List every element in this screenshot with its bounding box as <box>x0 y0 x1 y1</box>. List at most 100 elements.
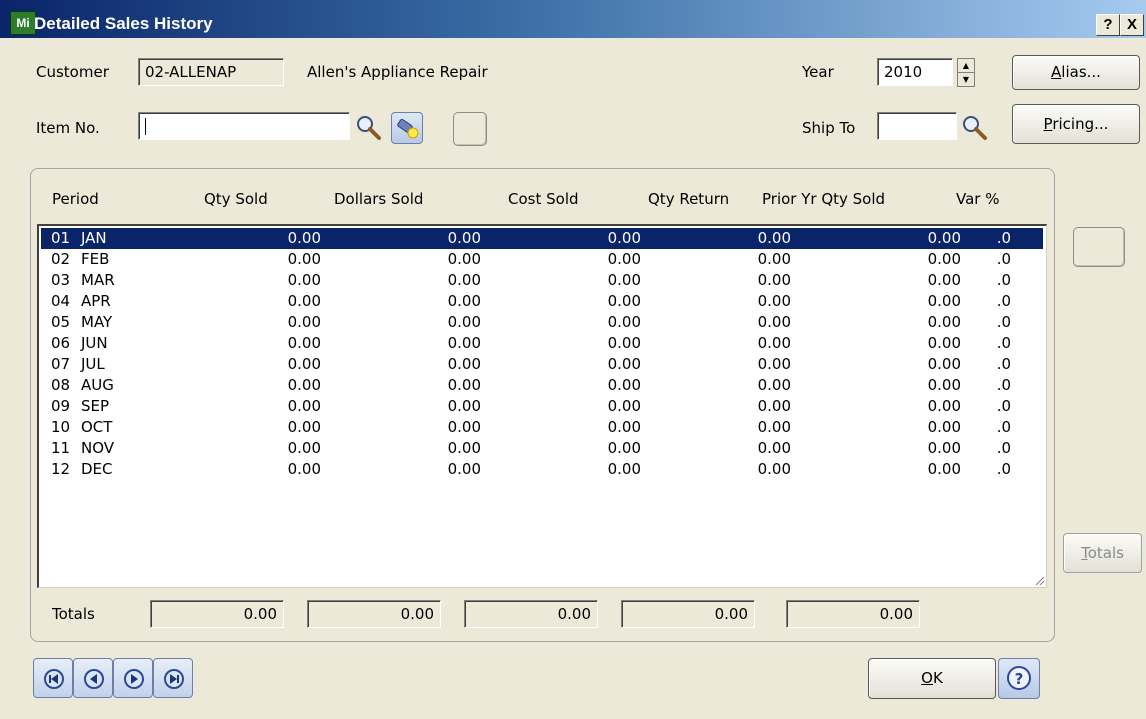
qty-return-cell: 0.00 <box>757 292 791 310</box>
period-month-cell: APR <box>81 292 111 310</box>
column-header-var-pct: Var % <box>956 190 1000 208</box>
qty-sold-cell: 0.00 <box>287 355 321 373</box>
dollars-sold-cell: 0.00 <box>447 292 481 310</box>
close-button[interactable]: X <box>1120 14 1144 36</box>
first-record-button[interactable] <box>33 658 73 698</box>
first-record-icon <box>44 669 64 689</box>
period-number-cell: 08 <box>51 376 71 394</box>
qty-return-cell: 0.00 <box>757 439 791 457</box>
dollars-sold-cell: 0.00 <box>447 376 481 394</box>
ok-button[interactable]: OK <box>868 658 996 699</box>
prior-yr-qty-cell: 0.00 <box>927 355 961 373</box>
previous-record-button[interactable] <box>73 658 113 698</box>
customer-number-field: 02-ALLENAP <box>138 58 284 86</box>
dollars-sold-cell: 0.00 <box>447 397 481 415</box>
resize-grip-icon[interactable] <box>1035 576 1045 586</box>
ship-to-input[interactable] <box>877 112 957 140</box>
table-row[interactable]: 02 FEB 0.00 0.00 0.00 0.00 0.00 .0 <box>41 249 1043 270</box>
qty-sold-cell: 0.00 <box>287 376 321 394</box>
qty-sold-cell: 0.00 <box>287 418 321 436</box>
help-button[interactable]: ? <box>998 658 1040 699</box>
var-pct-cell: .0 <box>996 418 1011 436</box>
alias-button[interactable]: Alias... <box>1012 55 1140 90</box>
qty-sold-cell: 0.00 <box>287 271 321 289</box>
table-row[interactable]: 09 SEP 0.00 0.00 0.00 0.00 0.00 .0 <box>41 396 1043 417</box>
period-month-cell: DEC <box>81 460 113 478</box>
dollars-sold-cell: 0.00 <box>447 229 481 247</box>
qty-sold-cell: 0.00 <box>287 439 321 457</box>
spin-down-icon[interactable]: ▼ <box>957 73 975 87</box>
qty-return-cell: 0.00 <box>757 418 791 436</box>
var-pct-cell: .0 <box>996 355 1011 373</box>
qty-sold-cell: 0.00 <box>287 313 321 331</box>
table-row[interactable]: 11 NOV 0.00 0.00 0.00 0.00 0.00 .0 <box>41 438 1043 459</box>
cost-sold-cell: 0.00 <box>607 271 641 289</box>
prior-yr-qty-cell: 0.00 <box>927 313 961 331</box>
var-pct-cell: .0 <box>996 313 1011 331</box>
table-row[interactable]: 06 JUN 0.00 0.00 0.00 0.00 0.00 .0 <box>41 333 1043 354</box>
cost-sold-cell: 0.00 <box>607 250 641 268</box>
var-pct-cell: .0 <box>996 397 1011 415</box>
year-spinner[interactable]: ▲ ▼ <box>957 58 975 87</box>
sales-grid[interactable]: 01 JAN 0.00 0.00 0.00 0.00 0.00 .0 02 FEB 0.00 0.00… <box>37 224 1047 588</box>
column-header-qty-return: Qty Return <box>648 190 730 208</box>
qty-sold-cell: 0.00 <box>287 397 321 415</box>
year-field[interactable]: 2010 <box>877 58 953 86</box>
dollars-sold-cell: 0.00 <box>447 439 481 457</box>
qty-sold-cell: 0.00 <box>287 250 321 268</box>
table-row[interactable]: 12 DEC 0.00 0.00 0.00 0.00 0.00 .0 <box>41 459 1043 480</box>
period-number-cell: 12 <box>51 460 71 478</box>
customer-name: Allen's Appliance Repair <box>307 63 488 81</box>
table-row[interactable]: 10 OCT 0.00 0.00 0.00 0.00 0.00 .0 <box>41 417 1043 438</box>
pricing-button[interactable]: Pricing... <box>1012 104 1140 144</box>
period-month-cell: JUN <box>81 334 108 352</box>
var-pct-cell: .0 <box>996 334 1011 352</box>
qty-return-cell: 0.00 <box>757 229 791 247</box>
qty-sold-cell: 0.00 <box>287 229 321 247</box>
column-header-qty-sold: Qty Sold <box>204 190 268 208</box>
magnifier-icon[interactable] <box>960 114 990 142</box>
period-number-cell: 03 <box>51 271 71 289</box>
total-prior-yr-qty: 0.00 <box>786 600 920 628</box>
cost-sold-cell: 0.00 <box>607 355 641 373</box>
magnifier-icon[interactable] <box>354 114 384 142</box>
qty-return-cell: 0.00 <box>757 355 791 373</box>
table-row[interactable]: 01 JAN 0.00 0.00 0.00 0.00 0.00 .0 <box>41 228 1043 249</box>
blank-button[interactable] <box>453 112 487 146</box>
totals-button[interactable]: Totals <box>1063 533 1142 573</box>
total-qty-return: 0.00 <box>621 600 755 628</box>
table-row[interactable]: 04 APR 0.00 0.00 0.00 0.00 0.00 .0 <box>41 291 1043 312</box>
column-header-period: Period <box>52 190 99 208</box>
dollars-sold-cell: 0.00 <box>447 334 481 352</box>
help-icon: ? <box>1007 666 1031 690</box>
column-header-cost-sold: Cost Sold <box>508 190 579 208</box>
dollars-sold-cell: 0.00 <box>447 250 481 268</box>
dollars-sold-cell: 0.00 <box>447 418 481 436</box>
item-no-input[interactable] <box>138 112 350 140</box>
cost-sold-cell: 0.00 <box>607 313 641 331</box>
svg-text:?: ? <box>1015 670 1024 688</box>
cost-sold-cell: 0.00 <box>607 439 641 457</box>
period-month-cell: MAY <box>81 313 113 331</box>
table-row[interactable]: 08 AUG 0.00 0.00 0.00 0.00 0.00 .0 <box>41 375 1043 396</box>
table-row[interactable]: 05 MAY 0.00 0.00 0.00 0.00 0.00 .0 <box>41 312 1043 333</box>
blank-side-button[interactable] <box>1073 227 1125 267</box>
period-number-cell: 07 <box>51 355 71 373</box>
total-dollars-sold: 0.00 <box>307 600 441 628</box>
prior-yr-qty-cell: 0.00 <box>927 460 961 478</box>
var-pct-cell: .0 <box>996 376 1011 394</box>
last-record-button[interactable] <box>153 658 193 698</box>
qty-return-cell: 0.00 <box>757 376 791 394</box>
period-number-cell: 05 <box>51 313 71 331</box>
cost-sold-cell: 0.00 <box>607 334 641 352</box>
flashlight-lookup-button[interactable] <box>391 112 423 144</box>
table-row[interactable]: 03 MAR 0.00 0.00 0.00 0.00 0.00 .0 <box>41 270 1043 291</box>
table-row[interactable]: 07 JUL 0.00 0.00 0.00 0.00 0.00 .0 <box>41 354 1043 375</box>
qty-return-cell: 0.00 <box>757 397 791 415</box>
spin-up-icon[interactable]: ▲ <box>957 58 975 73</box>
period-month-cell: MAR <box>81 271 115 289</box>
period-number-cell: 10 <box>51 418 71 436</box>
period-month-cell: JUL <box>81 355 105 373</box>
next-record-button[interactable] <box>113 658 153 698</box>
help-title-button[interactable]: ? <box>1096 14 1120 36</box>
